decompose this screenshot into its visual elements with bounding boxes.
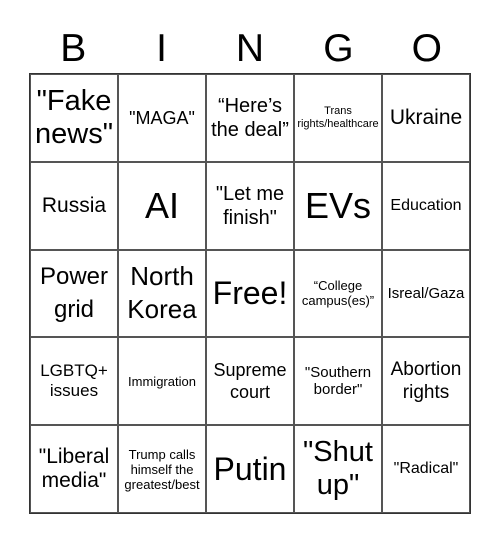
bingo-cell[interactable]: “College campus(es)”: [294, 249, 382, 338]
bingo-cell[interactable]: AI: [118, 161, 206, 250]
bingo-cell[interactable]: Abortion rights: [382, 337, 470, 426]
bingo-cell-label: “College campus(es)”: [301, 278, 375, 309]
header-letter-i: I: [156, 27, 168, 70]
bingo-cell-label: LGBTQ+ issues: [40, 361, 108, 401]
header-letter-g: G: [323, 27, 354, 70]
bingo-cell-label: North Korea: [127, 261, 197, 325]
bingo-cell-label: Supreme court: [213, 360, 287, 403]
bingo-cell-label: Education: [390, 196, 462, 214]
bingo-cell[interactable]: "Let me finish": [206, 161, 294, 250]
bingo-cell[interactable]: Trump calls himself the greatest/best: [118, 425, 206, 513]
bingo-cell-label: "Southern border": [304, 364, 372, 399]
bingo-cell-label: Trump calls himself the greatest/best: [124, 446, 200, 492]
bingo-cell[interactable]: Isreal/Gaza: [382, 249, 470, 338]
bingo-cell[interactable]: Education: [382, 161, 470, 250]
bingo-cell-label: Free!: [212, 275, 288, 312]
bingo-cell[interactable]: Putin: [206, 425, 294, 513]
bingo-cell[interactable]: "MAGA": [118, 74, 206, 162]
bingo-cell-label: “Here’s the deal”: [211, 94, 289, 141]
bingo-cell-label: "Radical": [393, 460, 459, 478]
header-letter-o: O: [411, 27, 442, 70]
bingo-cell[interactable]: Trans rights/healthcare: [294, 74, 382, 162]
bingo-cell[interactable]: "Liberal media": [30, 425, 118, 513]
bingo-cell[interactable]: Supreme court: [206, 337, 294, 426]
bingo-cell[interactable]: LGBTQ+ issues: [30, 337, 118, 426]
bingo-cell[interactable]: "Radical": [382, 425, 470, 513]
bingo-grid: "Fake news" "MAGA" “Here’s the deal” Trans …: [29, 73, 471, 514]
bingo-cell[interactable]: “Here’s the deal”: [206, 74, 294, 162]
bingo-cell-label: Immigration: [128, 373, 196, 389]
bingo-cell[interactable]: Immigration: [118, 337, 206, 426]
bingo-cell[interactable]: Ukraine: [382, 74, 470, 162]
bingo-cell[interactable]: "Fake news": [30, 74, 118, 162]
bingo-cell-label: Trans rights/healthcare: [297, 104, 379, 130]
header-letter-b: B: [60, 27, 87, 70]
bingo-cell-label: "MAGA": [129, 107, 195, 128]
bingo-cell[interactable]: Power grid: [30, 249, 118, 338]
bingo-cell[interactable]: "Shut up": [294, 425, 382, 513]
bingo-header: B I N G O: [29, 26, 471, 72]
bingo-cell-label: "Liberal media": [38, 445, 110, 493]
bingo-cell-label: Isreal/Gaza: [387, 284, 465, 302]
bingo-cell-label: "Fake news": [35, 84, 113, 150]
bingo-cell-label: Ukraine: [389, 105, 463, 129]
bingo-cell-label: AI: [144, 184, 179, 226]
bingo-cell-label: Abortion rights: [390, 359, 462, 404]
bingo-cell[interactable]: North Korea: [118, 249, 206, 338]
bingo-cell-free[interactable]: Free!: [206, 249, 294, 338]
bingo-cell-label: EVs: [304, 184, 372, 226]
bingo-cell-label: Power grid: [39, 263, 109, 324]
bingo-cell-label: "Let me finish": [215, 182, 285, 229]
bingo-cell-label: Russia: [41, 193, 107, 217]
bingo-cell[interactable]: Russia: [30, 161, 118, 250]
bingo-cell[interactable]: "Southern border": [294, 337, 382, 426]
bingo-cell[interactable]: EVs: [294, 161, 382, 250]
header-letter-n: N: [235, 27, 265, 70]
bingo-cell-label: "Shut up": [303, 436, 373, 502]
bingo-cell-label: Putin: [213, 451, 287, 488]
